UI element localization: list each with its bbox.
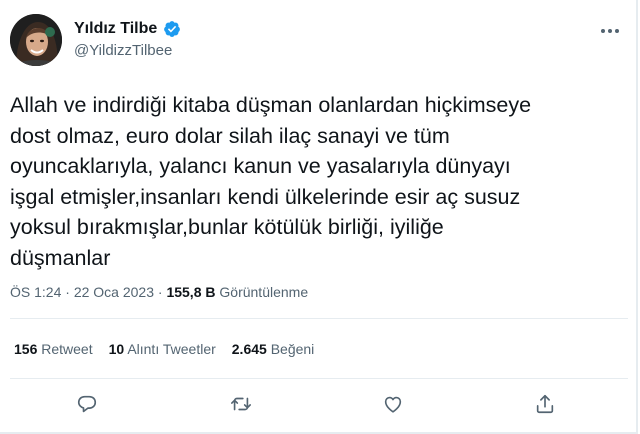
avatar[interactable] [10, 14, 62, 66]
tweet-text-line: işgal etmişler,insanları kendi ülkelerin… [10, 184, 521, 209]
meta-separator: · [157, 284, 163, 300]
retweets-label: Retweet [41, 341, 93, 357]
tweet-text-line: yoksul bırakmışlar,bunlar kötülük birliğ… [10, 215, 444, 239]
verified-badge-icon [163, 20, 181, 38]
avatar-image [10, 14, 62, 66]
retweets-count: 156 [14, 341, 38, 357]
retweets-stat[interactable]: 156 Retweet [14, 341, 93, 357]
tweet-date[interactable]: 22 Oca 2023 [74, 284, 154, 300]
display-name-text: Yıldız Tilbe [74, 20, 158, 37]
views-count: 155,8 B [166, 284, 216, 300]
action-bar [0, 393, 640, 415]
tweet-card: Yıldız Tilbe @YildizzTilbee Allah ve ind… [0, 0, 638, 434]
divider [10, 318, 628, 319]
display-name[interactable]: Yıldız Tilbe [74, 20, 181, 38]
heart-icon[interactable] [382, 393, 404, 415]
likes-stat[interactable]: 2.645 Beğeni [232, 341, 315, 357]
meta-separator: · [65, 284, 70, 300]
more-options-icon[interactable] [598, 22, 622, 40]
likes-label: Beğeni [270, 341, 315, 357]
tweet-time[interactable]: ÖS 1:24 [10, 284, 61, 300]
tweet-meta: ÖS 1:24 · 22 Oca 2023 · 155,8 B Görüntül… [10, 284, 308, 300]
tweet-text-line: oyuncaklarıyla, yalancı kanun ve yasalar… [10, 154, 511, 178]
retweet-icon[interactable] [230, 393, 252, 415]
tweet-text-line: dost olmaz, euro dolar silah ilaç sanayi… [10, 123, 450, 148]
reply-icon[interactable] [76, 393, 98, 415]
user-handle[interactable]: @YildizzTilbee [74, 42, 172, 59]
share-icon[interactable] [534, 393, 556, 415]
quotes-count: 10 [108, 341, 125, 357]
tweet-text-line: Allah ve indirdiği kitaba düşman olanlar… [10, 93, 532, 117]
likes-count: 2.645 [231, 341, 267, 357]
divider [10, 378, 628, 379]
quote-tweets-stat[interactable]: 10 Alıntı Tweetler [109, 341, 216, 357]
views-label: Görüntülenme [219, 284, 309, 300]
engagement-stats: 156 Retweet 10 Alıntı Tweetler 2.645 Beğ… [14, 341, 314, 357]
tweet-text-line: düşmanlar [10, 245, 111, 270]
quotes-label: Alıntı Tweetler [127, 341, 216, 357]
tweet-text: Allah ve indirdiği kitaba düşman olanlar… [10, 90, 625, 273]
